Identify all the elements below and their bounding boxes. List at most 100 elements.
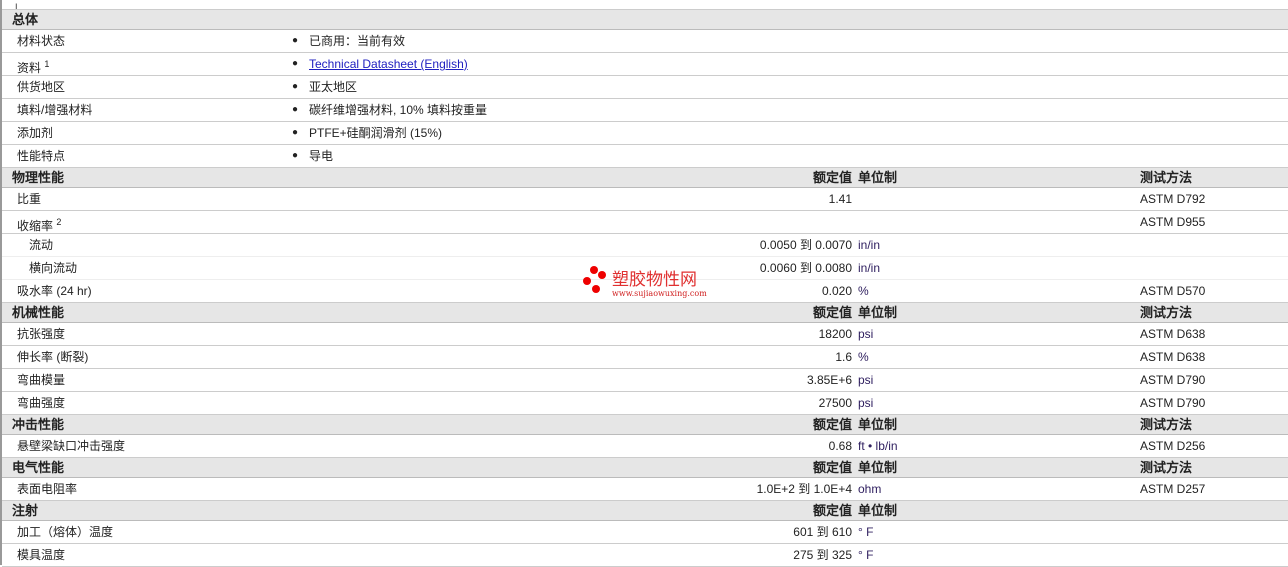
column-header-test: 测试方法 xyxy=(1140,417,1193,432)
test-method: ASTM D570 xyxy=(1140,284,1206,298)
property-value: 已商用：当前有效 xyxy=(309,34,406,48)
property-value: 0.0060 到 0.0080 xyxy=(759,261,852,275)
property-label: 流动 xyxy=(29,234,53,256)
property-value: 27500 xyxy=(818,396,852,410)
property-unit: ° F xyxy=(858,548,874,562)
bullet-icon: ● xyxy=(292,104,299,115)
section-header: 机械性能 额定值 单位制 测试方法 xyxy=(2,303,1288,323)
table-row: 伸长率 (断裂) 1.6% ASTM D638 xyxy=(2,346,1288,369)
test-method: ASTM D790 xyxy=(1140,396,1206,410)
property-value: 亚太地区 xyxy=(309,80,358,94)
property-unit: psi xyxy=(858,396,874,410)
section-title: 物理性能 xyxy=(12,170,65,185)
table-row: 模具温度 275 到 325 ° F xyxy=(2,544,1288,567)
property-label: 性能特点 xyxy=(17,145,65,167)
table-row: 流动 0.0050 到 0.0070 in/in xyxy=(2,234,1288,257)
label-text: 材料状态 xyxy=(17,34,66,48)
property-unit: psi xyxy=(858,373,874,387)
property-unit: ° F xyxy=(858,525,874,539)
table-row: 比重 1.41 ASTM D792 xyxy=(2,188,1288,211)
property-label: 材料状态 xyxy=(17,30,65,52)
column-header-unit: 单位制 xyxy=(858,305,898,320)
label-text: 弯曲强度 xyxy=(17,396,66,410)
property-unit: psi xyxy=(858,327,874,341)
property-value: 0.0050 到 0.0070 xyxy=(759,238,852,252)
section-title: 总体 xyxy=(12,12,39,27)
label-text: 性能特点 xyxy=(17,149,66,163)
property-value: 3.85E+6 xyxy=(806,373,852,387)
table-row: 悬壁梁缺口冲击强度 0.68 ft • lb/in ASTM D256 xyxy=(2,435,1288,458)
bullet-icon: ● xyxy=(292,127,299,138)
table-row: 填料/增强材料 ● 碳纤维增强材料, 10% 填料按重量 xyxy=(2,99,1288,122)
label-text: 伸长率 (断裂) xyxy=(17,350,89,364)
property-value: Technical Datasheet (English) xyxy=(309,53,468,75)
property-unit: % xyxy=(858,350,869,364)
property-value: 导电 xyxy=(309,149,334,163)
property-label: 抗张强度 xyxy=(17,323,65,345)
table-row: 添加剂 ● PTFE+硅酮润滑剂 (15%) xyxy=(2,122,1288,145)
section-title: 冲击性能 xyxy=(12,417,65,432)
footnote-ref: 2 xyxy=(56,217,62,227)
property-unit: ohm xyxy=(858,482,882,496)
property-label: 模具温度 xyxy=(17,544,65,566)
column-header-value: 额定值 xyxy=(812,305,852,320)
property-unit: in/in xyxy=(858,261,881,275)
property-unit: % xyxy=(858,284,869,298)
column-header-value: 额定值 xyxy=(812,460,852,475)
bullet-icon: ● xyxy=(292,150,299,161)
property-label: 表面电阻率 xyxy=(17,478,77,500)
table-row: 性能特点 ● 导电 xyxy=(2,145,1288,168)
watermark-url: www.sujiaowuxing.com xyxy=(612,289,707,298)
property-value: 275 到 325 xyxy=(793,548,852,562)
label-text: 资料 xyxy=(17,61,42,75)
property-label: 供货地区 xyxy=(17,76,65,98)
property-value: 18200 xyxy=(818,327,852,341)
property-value: 0.020 xyxy=(821,284,852,298)
label-text: 流动 xyxy=(29,238,54,252)
label-text: 填料/增强材料 xyxy=(17,103,93,117)
test-method: ASTM D790 xyxy=(1140,373,1206,387)
bullet-icon: ● xyxy=(292,81,299,92)
column-header-unit: 单位制 xyxy=(858,417,898,432)
label-text: 收缩率 xyxy=(17,219,54,233)
test-method: ASTM D256 xyxy=(1140,439,1206,453)
label-text: 悬壁梁缺口冲击强度 xyxy=(17,439,126,453)
property-label: 弯曲强度 xyxy=(17,392,65,414)
label-text: 加工（熔体）温度 xyxy=(17,525,114,539)
table-row: 弯曲模量 3.85E+6 psi ASTM D790 xyxy=(2,369,1288,392)
property-value: 碳纤维增强材料, 10% 填料按重量 xyxy=(309,103,488,117)
column-header-unit: 单位制 xyxy=(858,460,898,475)
property-label: 加工（熔体）温度 xyxy=(17,521,113,543)
property-label: 比重 xyxy=(17,188,41,210)
column-header-value: 额定值 xyxy=(812,417,852,432)
property-label: 伸长率 (断裂) xyxy=(17,346,88,368)
column-header-test: 测试方法 xyxy=(1140,305,1193,320)
label-text: 供货地区 xyxy=(17,80,66,94)
column-header-unit: 单位制 xyxy=(858,503,898,518)
property-label: 弯曲模量 xyxy=(17,369,65,391)
watermark-logo: 塑胶物性网 www.sujiaowuxing.com xyxy=(583,266,707,298)
column-header-value: 额定值 xyxy=(812,503,852,518)
datasheet-link[interactable]: Technical Datasheet (English) xyxy=(309,57,468,71)
column-header-unit: 单位制 xyxy=(858,170,898,185)
table-row: 收缩率 2 ASTM D955 xyxy=(2,211,1288,234)
footnote-ref: 1 xyxy=(44,59,50,69)
test-method: ASTM D638 xyxy=(1140,350,1206,364)
label-text: 模具温度 xyxy=(17,548,66,562)
bullet-icon: ● xyxy=(292,58,299,69)
property-unit: ft • lb/in xyxy=(858,439,898,453)
property-value: 601 到 610 xyxy=(793,525,852,539)
table-row: 资料 1 ● Technical Datasheet (English) xyxy=(2,53,1288,76)
table-row: 抗张强度 18200 psi ASTM D638 xyxy=(2,323,1288,346)
label-text: 弯曲模量 xyxy=(17,373,66,387)
column-header-value: 额定值 xyxy=(812,170,852,185)
property-label: 横向流动 xyxy=(29,257,77,279)
label-text: 添加剂 xyxy=(17,126,54,140)
label-text: 比重 xyxy=(17,192,42,206)
label-text: 抗张强度 xyxy=(17,327,66,341)
section-title: 电气性能 xyxy=(12,460,65,475)
label-text: 表面电阻率 xyxy=(17,482,78,496)
test-method: ASTM D955 xyxy=(1140,215,1206,229)
table-row: 加工（熔体）温度 601 到 610 ° F xyxy=(2,521,1288,544)
table-row: 表面电阻率 1.0E+2 到 1.0E+4 ohm ASTM D257 xyxy=(2,478,1288,501)
